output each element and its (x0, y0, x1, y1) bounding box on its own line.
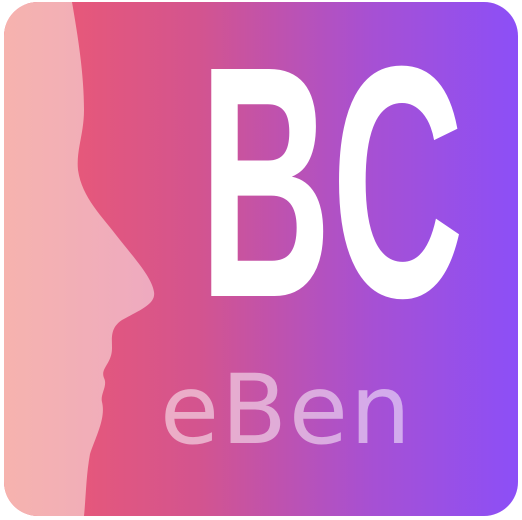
logo-primary-text: BC (199, 64, 464, 324)
logo-secondary-text: eBen (160, 354, 413, 466)
app-icon: BC eBen (4, 2, 518, 516)
logo-initials: BC (199, 64, 464, 324)
